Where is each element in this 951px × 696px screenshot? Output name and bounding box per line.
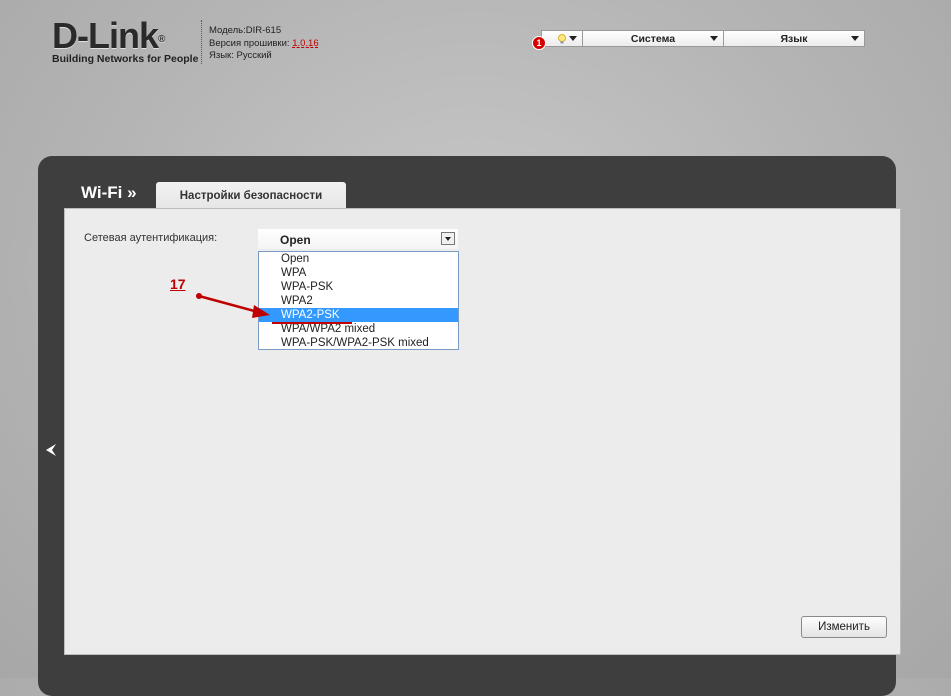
logo-wordmark: D-Link®: [52, 15, 165, 56]
auth-option-wpa[interactable]: WPA: [259, 266, 458, 280]
system-menu-label: Система: [630, 32, 676, 45]
auth-option-wpa2-psk[interactable]: WPA2-PSK: [259, 308, 458, 322]
section-title[interactable]: Wi-Fi »: [81, 183, 137, 203]
auth-label: Сетевая аутентификация:: [84, 232, 218, 244]
system-menu-button[interactable]: Система: [583, 30, 724, 47]
chevron-down-icon: [710, 36, 718, 41]
auth-option-wpa-wpa2-mixed[interactable]: WPA/WPA2 mixed: [259, 322, 458, 336]
chevron-down-icon: [851, 36, 859, 41]
notification-badge[interactable]: 1: [532, 36, 546, 50]
auth-option-open[interactable]: Open: [259, 252, 458, 266]
chevron-down-icon: [569, 36, 577, 41]
top-toolbar: Система Язык: [541, 30, 865, 49]
lightbulb-icon: [558, 34, 566, 44]
language-menu-button[interactable]: Язык: [724, 30, 865, 47]
back-arrow-icon[interactable]: [44, 443, 58, 457]
auth-option-wpa-psk-wpa2-psk-mixed[interactable]: WPA-PSK/WPA2-PSK mixed: [259, 336, 458, 350]
change-button[interactable]: Изменить: [801, 616, 887, 638]
auth-options-list: Open WPA WPA-PSK WPA2 WPA2-PSK WPA/WPA2 …: [258, 251, 459, 350]
dropdown-arrow-icon[interactable]: [441, 232, 455, 245]
dlink-logo: D-Link® Building Networks for People: [52, 15, 199, 66]
auth-select[interactable]: Open: [258, 229, 458, 249]
content-panel: [64, 208, 901, 655]
firmware-line: Версия прошивки: 1.0.16: [209, 37, 319, 49]
header-divider: [201, 20, 202, 64]
language-menu-label: Язык: [780, 32, 808, 45]
model-line: Модель:DIR-615: [209, 25, 282, 36]
notifications-button[interactable]: [541, 30, 583, 47]
annotation-step-number: 17: [170, 276, 186, 292]
language-line: Язык: Русский: [209, 50, 272, 61]
auth-option-wpa2[interactable]: WPA2: [259, 294, 458, 308]
device-info: Модель:DIR-615 Версия прошивки: 1.0.16 Я…: [209, 25, 319, 63]
logo-tagline: Building Networks for People: [52, 53, 199, 65]
auth-select-value: Open: [280, 233, 311, 247]
firmware-link[interactable]: 1.0.16: [292, 38, 318, 49]
auth-option-wpa-psk[interactable]: WPA-PSK: [259, 280, 458, 294]
tab-security-settings[interactable]: Настройки безопасности: [156, 182, 346, 209]
